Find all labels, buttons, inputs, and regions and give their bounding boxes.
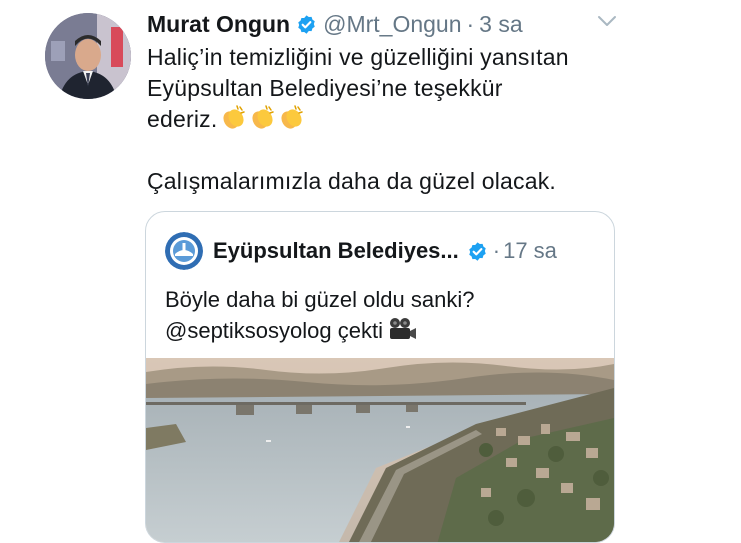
chevron-down-icon[interactable] xyxy=(597,14,617,28)
author-handle[interactable]: @Mrt_Ongun xyxy=(323,8,461,40)
tweet-timestamp[interactable]: 3 sa xyxy=(479,8,522,40)
quoted-timestamp[interactable]: 17 sa xyxy=(503,238,557,264)
quoted-author-name[interactable]: Eyüpsultan Belediyes... xyxy=(213,238,459,264)
author-avatar[interactable] xyxy=(45,13,131,99)
quoted-tweet-card[interactable]: Eyüpsultan Belediyes... · 17 sa Böyle da… xyxy=(145,211,615,543)
quoted-media-photo[interactable] xyxy=(146,358,614,543)
quoted-author-avatar[interactable] xyxy=(165,232,203,270)
tweet-body: Haliç’in temizliğini ve güzelliğini yans… xyxy=(147,42,707,197)
author-name[interactable]: Murat Ongun xyxy=(147,8,290,40)
quoted-body: Böyle daha bi güzel oldu sanki? @septiks… xyxy=(165,284,605,346)
verified-badge-icon xyxy=(298,14,315,34)
movie-camera-icon xyxy=(389,318,416,339)
clapping-hands-icon xyxy=(223,105,246,129)
tweet-text-line: Çalışmalarımızla daha da güzel olacak. xyxy=(147,168,557,194)
quoted-text-line: Böyle daha bi güzel oldu sanki? xyxy=(165,287,475,312)
verified-badge-icon xyxy=(469,241,486,261)
meta-separator: · xyxy=(492,238,501,263)
tweet-text-line: ederiz. xyxy=(147,106,218,132)
clapping-hands-icon xyxy=(252,105,275,129)
tweet-header: Murat Ongun @Mrt_Ongun · 3 sa xyxy=(147,8,523,40)
quoted-text-line: @septiksosyolog çekti xyxy=(165,318,383,343)
quoted-header: Eyüpsultan Belediyes... · 17 sa xyxy=(213,234,557,268)
tweet-text-line: Haliç’in temizliğini ve güzelliğini yans… xyxy=(147,44,569,70)
avatar-photo xyxy=(45,13,131,99)
clapping-hands-icon xyxy=(281,105,304,129)
tweet-text-line: Eyüpsultan Belediyesi’ne teşekkür xyxy=(147,75,503,101)
meta-separator: · xyxy=(466,11,475,37)
